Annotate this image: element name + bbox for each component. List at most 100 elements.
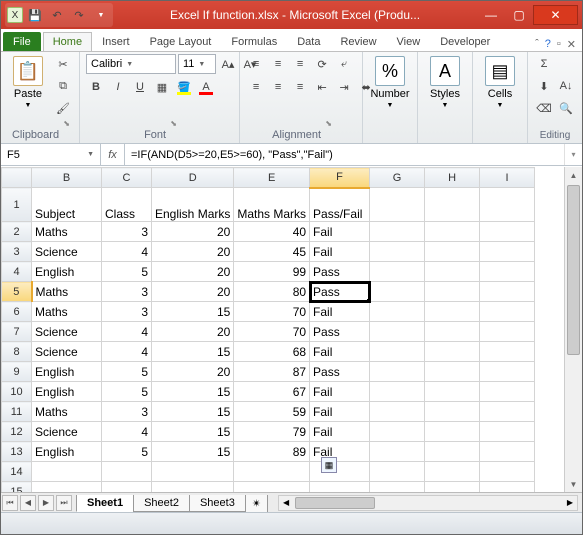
dialog-launcher-icon[interactable]: ⬊ — [323, 119, 332, 128]
cell-D7[interactable]: 20 — [152, 322, 234, 342]
cell-C15[interactable] — [102, 482, 152, 493]
cell-D2[interactable]: 20 — [152, 222, 234, 242]
cell-F13[interactable]: Fail — [310, 442, 370, 462]
qat-customize-icon[interactable]: ▼ — [91, 5, 111, 25]
cell-F4[interactable]: Pass — [310, 262, 370, 282]
cell-B10[interactable]: English — [32, 382, 102, 402]
tab-page-layout[interactable]: Page Layout — [140, 32, 222, 51]
cell-I15[interactable] — [480, 482, 535, 493]
cell-E15[interactable] — [234, 482, 310, 493]
dialog-launcher-icon[interactable]: ⬊ — [61, 119, 70, 128]
cell-G3[interactable] — [370, 242, 425, 262]
tab-developer[interactable]: Developer — [430, 32, 500, 51]
cell-I9[interactable] — [480, 362, 535, 382]
cell-H7[interactable] — [425, 322, 480, 342]
row-header-4[interactable]: 4 — [2, 262, 32, 282]
cell-H10[interactable] — [425, 382, 480, 402]
find-icon[interactable]: 🔍 — [556, 98, 576, 118]
cell-D13[interactable]: 15 — [152, 442, 234, 462]
column-header-F[interactable]: F — [310, 168, 370, 188]
bold-button[interactable]: B — [86, 77, 106, 97]
close-button[interactable]: ✕ — [533, 5, 578, 25]
cut-icon[interactable]: ✂ — [53, 54, 73, 74]
document-close-icon[interactable]: ✕ — [567, 38, 576, 51]
cell-G5[interactable] — [370, 282, 425, 302]
row-header-5[interactable]: 5 — [2, 282, 32, 302]
cell-I5[interactable] — [480, 282, 535, 302]
cell-H1[interactable] — [425, 188, 480, 222]
tab-formulas[interactable]: Formulas — [221, 32, 287, 51]
cell-E13[interactable]: 89 — [234, 442, 310, 462]
cell-E4[interactable]: 99 — [234, 262, 310, 282]
cell-H9[interactable] — [425, 362, 480, 382]
cell-B14[interactable] — [32, 462, 102, 482]
column-header-D[interactable]: D — [152, 168, 234, 188]
cell-I4[interactable] — [480, 262, 535, 282]
cell-D4[interactable]: 20 — [152, 262, 234, 282]
column-header-H[interactable]: H — [425, 168, 480, 188]
cell-E11[interactable]: 59 — [234, 402, 310, 422]
font-color-icon[interactable]: A — [196, 77, 216, 97]
expand-formula-icon[interactable]: ▾ — [564, 144, 582, 165]
cell-F14[interactable] — [310, 462, 370, 482]
cell-B12[interactable]: Science — [32, 422, 102, 442]
cell-D3[interactable]: 20 — [152, 242, 234, 262]
column-header-E[interactable]: E — [234, 168, 310, 188]
cell-F2[interactable]: Fail — [310, 222, 370, 242]
border-icon[interactable]: ▦ — [152, 77, 172, 97]
cell-B8[interactable]: Science — [32, 342, 102, 362]
cell-D12[interactable]: 15 — [152, 422, 234, 442]
cell-G15[interactable] — [370, 482, 425, 493]
align-middle-icon[interactable]: ≡ — [268, 54, 288, 74]
cell-G11[interactable] — [370, 402, 425, 422]
orientation-icon[interactable]: ⟳ — [312, 54, 332, 74]
cell-I7[interactable] — [480, 322, 535, 342]
row-header-7[interactable]: 7 — [2, 322, 32, 342]
cell-D9[interactable]: 20 — [152, 362, 234, 382]
cell-H3[interactable] — [425, 242, 480, 262]
column-header-G[interactable]: G — [370, 168, 425, 188]
tab-insert[interactable]: Insert — [92, 32, 140, 51]
next-sheet-icon[interactable]: ▶ — [38, 495, 54, 511]
fill-icon[interactable]: ⬇ — [534, 76, 554, 96]
cell-F11[interactable]: Fail — [310, 402, 370, 422]
cell-E8[interactable]: 68 — [234, 342, 310, 362]
horizontal-scrollbar[interactable]: ◀ ▶ — [278, 495, 578, 511]
cell-H14[interactable] — [425, 462, 480, 482]
maximize-button[interactable]: ▢ — [505, 5, 533, 25]
increase-font-icon[interactable]: A▴ — [218, 54, 238, 74]
scroll-right-icon[interactable]: ▶ — [563, 496, 577, 510]
cell-I1[interactable] — [480, 188, 535, 222]
help-icon[interactable]: ? — [545, 38, 551, 51]
cell-C13[interactable]: 5 — [102, 442, 152, 462]
sort-filter-icon[interactable]: A↓ — [556, 76, 576, 96]
sheet-tab-sheet2[interactable]: Sheet2 — [133, 495, 190, 512]
cell-F5[interactable]: Pass — [310, 282, 370, 302]
cell-H8[interactable] — [425, 342, 480, 362]
window-restore-icon[interactable]: ▫ — [557, 38, 561, 51]
cell-F3[interactable]: Fail — [310, 242, 370, 262]
dialog-launcher-icon[interactable]: ⬊ — [168, 119, 177, 128]
cell-G10[interactable] — [370, 382, 425, 402]
row-header-1[interactable]: 1 — [2, 188, 32, 222]
cell-C10[interactable]: 5 — [102, 382, 152, 402]
save-icon[interactable]: 💾 — [25, 5, 45, 25]
row-header-8[interactable]: 8 — [2, 342, 32, 362]
align-bottom-icon[interactable]: ≡ — [290, 54, 310, 74]
cell-G7[interactable] — [370, 322, 425, 342]
cell-C3[interactable]: 4 — [102, 242, 152, 262]
cell-H6[interactable] — [425, 302, 480, 322]
row-header-14[interactable]: 14 — [2, 462, 32, 482]
cell-E12[interactable]: 79 — [234, 422, 310, 442]
cell-C8[interactable]: 4 — [102, 342, 152, 362]
cell-D15[interactable] — [152, 482, 234, 493]
tab-review[interactable]: Review — [330, 32, 386, 51]
row-header-13[interactable]: 13 — [2, 442, 32, 462]
row-header-9[interactable]: 9 — [2, 362, 32, 382]
minimize-button[interactable]: ― — [477, 5, 505, 25]
cell-H15[interactable] — [425, 482, 480, 493]
font-name-combo[interactable]: Calibri▼ — [86, 54, 176, 74]
cell-I3[interactable] — [480, 242, 535, 262]
cell-D11[interactable]: 15 — [152, 402, 234, 422]
cell-C6[interactable]: 3 — [102, 302, 152, 322]
